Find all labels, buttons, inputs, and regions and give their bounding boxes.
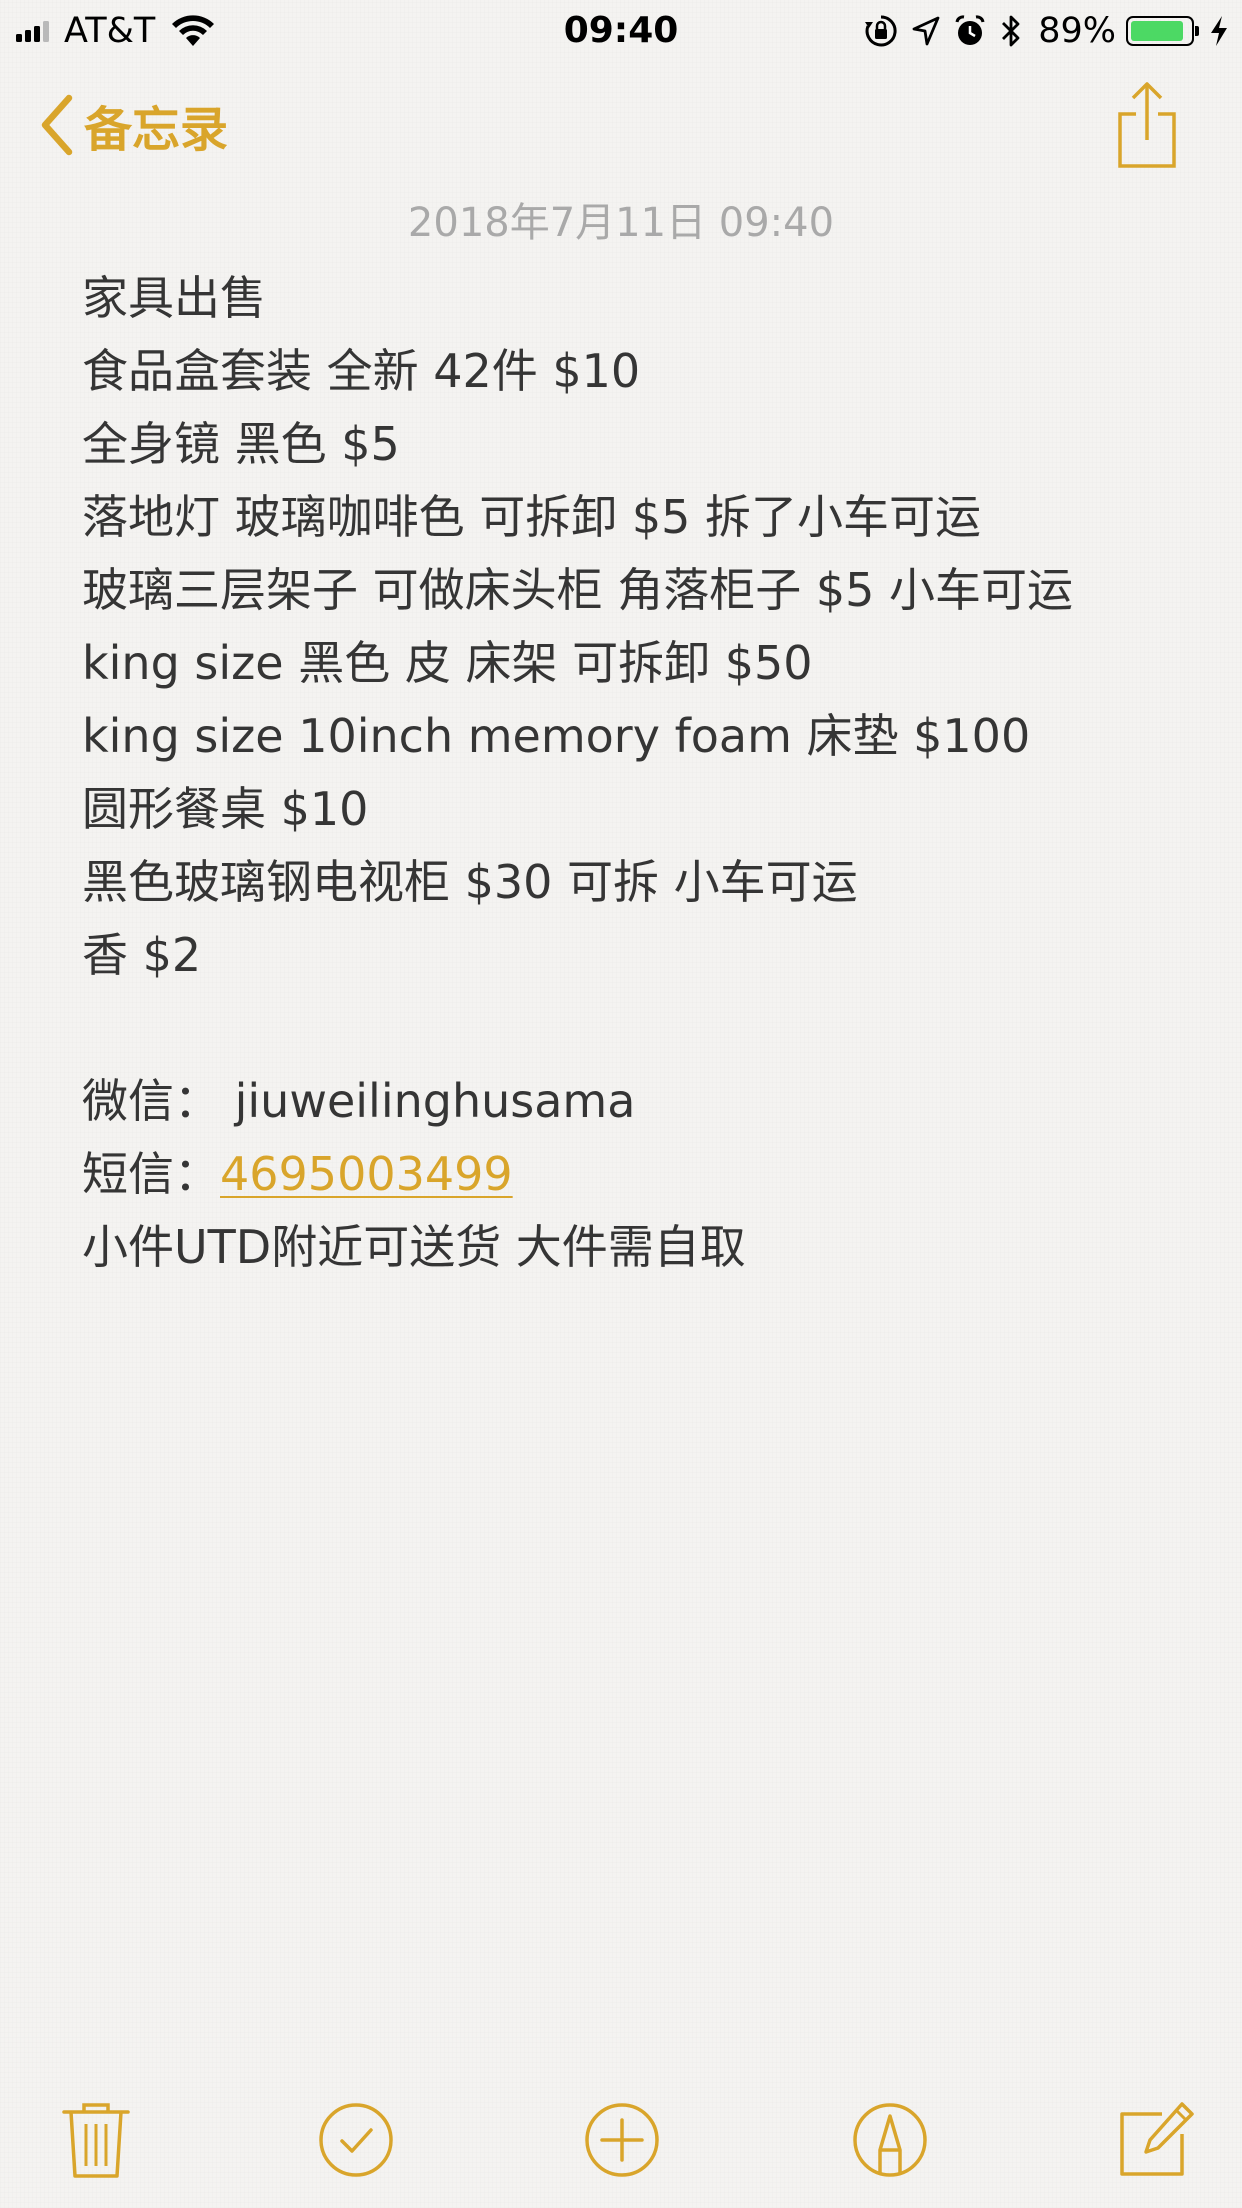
add-icon — [585, 2103, 659, 2177]
checklist-button[interactable] — [316, 2100, 396, 2180]
bottom-toolbar — [0, 2090, 1242, 2190]
markup-button[interactable] — [850, 2100, 930, 2180]
note-line: 家具出售 — [82, 271, 266, 325]
location-icon — [912, 16, 940, 46]
status-right: 89% — [850, 8, 1228, 54]
phone-number-link[interactable]: 4695003499 — [220, 1147, 513, 1201]
battery-icon — [1126, 16, 1199, 46]
markup-icon — [853, 2103, 927, 2177]
note-line: 食品盒套装 全新 42件 $10 — [82, 344, 641, 398]
note-body[interactable]: 家具出售 食品盒套装 全新 42件 $10 全身镜 黑色 $5 落地灯 玻璃咖啡… — [82, 262, 1162, 1284]
note-date: 2018年7月11日 09:40 — [407, 200, 835, 246]
checklist-icon — [319, 2103, 393, 2177]
battery-level — [1131, 21, 1183, 41]
note-line: 落地灯 玻璃咖啡色 可拆卸 $5 拆了小车可运 — [82, 490, 982, 544]
back-button[interactable]: 备忘录 — [40, 92, 228, 158]
note-line: king size 10inch memory foam 床垫 $100 — [82, 709, 1031, 763]
sms-line: 短信：4695003499 — [82, 1138, 1162, 1211]
alarm-icon — [954, 14, 986, 48]
share-button[interactable] — [1112, 80, 1182, 170]
battery-percent: 89% — [1038, 11, 1116, 51]
note-line: 香 $2 — [82, 928, 202, 982]
delete-button[interactable] — [56, 2100, 136, 2180]
note-line: 圆形餐桌 $10 — [82, 782, 369, 836]
chevron-left-icon — [40, 94, 74, 156]
charging-icon — [1210, 15, 1228, 47]
note-line: 玻璃三层架子 可做床头柜 角落柜子 $5 小车可运 — [82, 563, 1074, 617]
note-line: 微信： jiuweilinghusama — [82, 1074, 636, 1128]
note-line: 小件UTD附近可送货 大件需自取 — [82, 1220, 746, 1274]
back-label: 备忘录 — [84, 102, 229, 158]
sms-label: 短信： — [82, 1147, 220, 1201]
note-line: 全身镜 黑色 $5 — [82, 417, 400, 471]
bluetooth-icon — [1000, 14, 1022, 48]
share-icon — [1118, 82, 1176, 168]
rotation-lock-icon — [864, 14, 898, 48]
add-button[interactable] — [582, 2100, 662, 2180]
compose-button[interactable] — [1116, 2100, 1196, 2180]
note-line: 黑色玻璃钢电视柜 $30 可拆 小车可运 — [82, 855, 858, 909]
status-bar: AT&T 09:40 89% — [0, 0, 1242, 62]
compose-icon — [1120, 2102, 1194, 2176]
trash-icon — [62, 2103, 130, 2178]
note-line: king size 黑色 皮 床架 可拆卸 $50 — [82, 636, 813, 690]
navigation-bar: 备忘录 — [0, 70, 1242, 180]
note-line — [82, 992, 1162, 1065]
